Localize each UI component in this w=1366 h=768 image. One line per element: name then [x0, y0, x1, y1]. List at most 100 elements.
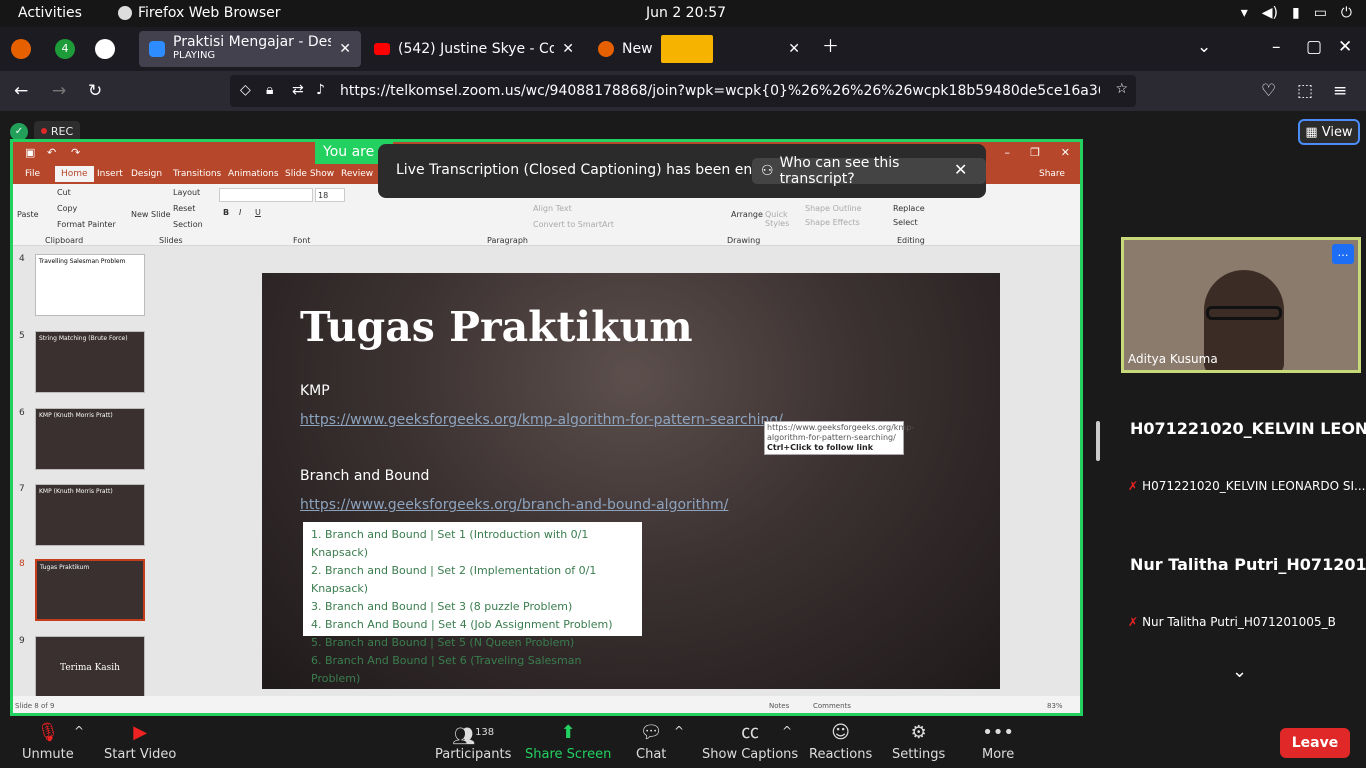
close-toast-icon[interactable]: ✕ — [954, 160, 967, 179]
cut-label: Cut — [57, 188, 71, 197]
extensions-icon[interactable]: ⬚ — [1297, 81, 1313, 101]
audio-options-icon[interactable]: ^ — [74, 724, 84, 738]
tooltip-hint: Ctrl+Click to follow link — [767, 443, 874, 452]
participants-icon: 👥︎138 — [452, 726, 495, 747]
more-button[interactable]: ••• More — [982, 722, 1014, 762]
view-label: View — [1321, 124, 1353, 140]
convert-smartart-label: Convert to SmartArt — [533, 220, 614, 229]
list-tabs-icon[interactable]: ⌄ — [1197, 37, 1211, 57]
clock[interactable]: Jun 2 20:57 — [646, 5, 726, 21]
muted-mic-icon: ✗ — [1128, 615, 1139, 629]
notes-label: Notes — [769, 702, 790, 710]
panel-resize-handle[interactable] — [1096, 421, 1100, 461]
format-painter-label: Format Painter — [57, 220, 116, 229]
meeting-toolbar: 🎙︎ Unmute ^ ▶︎ Start Video 👥︎138 Participa… — [0, 716, 1366, 768]
captions-options-icon[interactable]: ^ — [782, 724, 792, 738]
participant-label-text: H071221020_KELVIN LEONARDO SI... — [1142, 479, 1366, 493]
close-tab-icon[interactable]: ✕ — [788, 41, 800, 57]
permissions-icon[interactable]: ⇄ — [292, 82, 304, 98]
pocket-icon[interactable]: ♡ — [1261, 81, 1276, 101]
leave-button[interactable]: Leave — [1280, 728, 1350, 758]
participants-label: Participants — [435, 747, 512, 762]
system-tray[interactable]: ▾ ◀) ▮ ▭ ⏻ — [1241, 5, 1352, 21]
kmp-link: https://www.geeksforgeeks.org/kmp-algori… — [300, 412, 783, 428]
participants-button[interactable]: 👥︎138 Participants — [435, 722, 511, 762]
scroll-down-icon[interactable]: ⌄ — [1232, 661, 1247, 682]
more-label: More — [982, 747, 1015, 762]
firefox-icon — [598, 41, 614, 57]
url-text[interactable]: https://telkomsel.zoom.us/wc/94088178868… — [340, 83, 1100, 99]
whatsapp-pinned-tab-icon[interactable]: 4 — [55, 39, 75, 59]
quick-styles-label: Quick Styles — [765, 210, 790, 228]
forward-icon[interactable]: → — [52, 81, 66, 101]
new-slide-label: New Slide — [131, 210, 171, 219]
video-name: Aditya Kusuma — [1128, 352, 1218, 366]
list-item: 3. Branch and Bound | Set 3 (8 puzzle Pr… — [311, 600, 573, 613]
comments-label: Comments — [813, 702, 851, 710]
close-tab-icon[interactable]: ✕ — [339, 41, 351, 57]
more-options-icon[interactable]: … — [1332, 244, 1354, 264]
slide-thumb: Terima Kasih — [35, 636, 145, 698]
firefox-view-icon[interactable] — [11, 39, 31, 59]
bookmark-star-icon[interactable]: ☆ — [1115, 81, 1128, 97]
youtube-icon — [374, 43, 390, 55]
list-item: 1. Branch and Bound | Set 1 (Introductio… — [311, 528, 589, 559]
slide-thumb: Travelling Salesman Problem — [35, 254, 145, 316]
chat-options-icon[interactable]: ^ — [674, 724, 684, 738]
start-video-label: Start Video — [104, 747, 177, 762]
battery-icon: ▭ — [1313, 5, 1327, 21]
tab-title: (542) Justine Skye - Collid — [398, 41, 555, 57]
participant-video[interactable]: … Aditya Kusuma — [1121, 237, 1361, 373]
lock-icon[interactable]: 🔒︎ — [266, 82, 273, 98]
bold-icon: B — [223, 208, 230, 217]
tab-title: New — [622, 41, 653, 57]
close-tab-icon[interactable]: ✕ — [562, 41, 574, 57]
redo-icon: ↷ — [71, 146, 81, 159]
list-item: 5. Branch and Bound | Set 5 (N Queen Pro… — [311, 636, 575, 649]
arrange-label: Arrange — [731, 210, 763, 219]
tab-youtube[interactable]: (542) Justine Skye - Collid ✕ — [364, 31, 584, 67]
chat-label: Chat — [636, 747, 667, 762]
thumb-title: KMP (Knuth Morris Pratt) — [39, 412, 113, 419]
start-video-button[interactable]: ▶︎ Start Video — [104, 722, 176, 762]
chat-icon: 💬︎ — [639, 722, 663, 743]
tab-new[interactable]: New ✕ — [588, 31, 810, 67]
thumb-number: 8 — [19, 559, 25, 569]
github-pinned-tab-icon[interactable] — [95, 39, 115, 59]
back-icon[interactable]: ← — [14, 81, 28, 101]
align-text-label: Align Text — [533, 204, 572, 213]
view-button[interactable]: ▦ View — [1298, 119, 1360, 145]
participant-name: H071221020_KELVIN LEON... — [1130, 419, 1366, 438]
app-menu[interactable]: Firefox Web Browser — [118, 5, 281, 21]
chat-button[interactable]: 💬︎ Chat — [636, 722, 666, 762]
reactions-button[interactable]: ☺ Reactions — [809, 722, 872, 762]
who-can-see-button[interactable]: ⚇ Who can see this transcript? — [752, 155, 986, 187]
tracking-protection-icon[interactable]: ◇ — [240, 82, 251, 98]
mic-icon: ▮ — [1291, 5, 1300, 21]
url-bar[interactable]: ◇ 🔒︎ ⇄ ♪ https://telkomsel.zoom.us/wc/94… — [230, 75, 1136, 107]
toast-message: Live Transcription (Closed Captioning) h… — [396, 162, 792, 178]
slide-thumb: KMP (Knuth Morris Pratt) — [35, 484, 145, 546]
minimize-icon[interactable]: – — [1272, 37, 1281, 57]
participants-count: 138 — [475, 727, 495, 738]
mic-permission-icon[interactable]: ♪ — [316, 82, 325, 98]
activities-button[interactable]: Activities — [18, 5, 82, 21]
slide-title: Tugas Praktikum — [300, 303, 693, 351]
share-screen-button[interactable]: ⬆ Share Screen — [525, 722, 611, 762]
maximize-icon[interactable]: ▢ — [1306, 37, 1322, 57]
layout-label: Layout — [173, 188, 201, 197]
select-label: Select — [893, 218, 918, 227]
thumb-number: 4 — [19, 254, 25, 264]
tab-zoom[interactable]: Praktisi Mengajar - Desai PLAYING ✕ — [139, 31, 361, 67]
participant-tile[interactable]: H071221020_KELVIN LEON... ✗ H071221020_KE… — [1124, 375, 1366, 501]
participant-tile[interactable]: Nur Talitha Putri_H071201... ✗ Nur Talith… — [1124, 511, 1366, 637]
recording-indicator[interactable]: REC — [34, 121, 80, 141]
copy-label: Copy — [57, 204, 78, 213]
unmute-button[interactable]: 🎙︎ Unmute — [22, 722, 74, 762]
settings-button[interactable]: ⚙ Settings — [892, 722, 945, 762]
editing-group-label: Editing — [897, 236, 925, 245]
close-window-icon[interactable]: ✕ — [1338, 37, 1352, 57]
reload-icon[interactable]: ↻ — [88, 81, 102, 101]
menu-icon[interactable]: ≡ — [1333, 81, 1347, 101]
new-tab-icon[interactable]: ＋ — [822, 37, 839, 57]
